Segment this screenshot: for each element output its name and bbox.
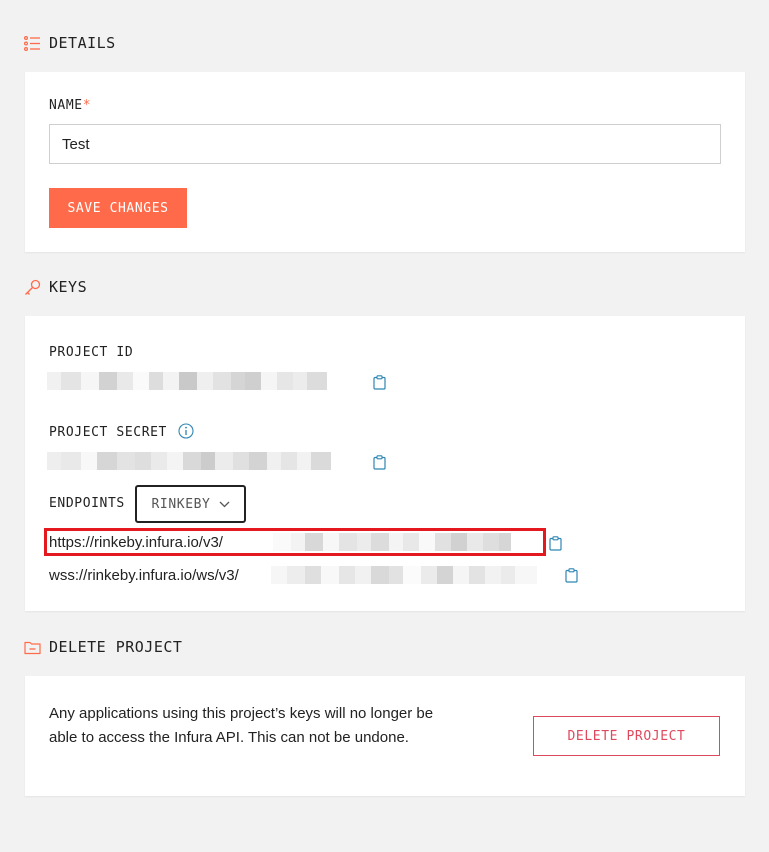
chevron-down-icon (219, 501, 229, 507)
key-icon (25, 279, 41, 295)
copy-wss-endpoint-icon[interactable] (565, 568, 578, 583)
project-id-value-masked (47, 372, 367, 390)
name-input[interactable] (49, 124, 721, 164)
folder-minus-icon (24, 641, 41, 654)
keys-title: KEYS (49, 278, 88, 296)
endpoints-label: ENDPOINTS (49, 496, 125, 511)
highlight-box (44, 528, 546, 556)
delete-project-card: Any applications using this project’s ke… (25, 676, 745, 796)
name-label-text: NAME (49, 98, 83, 113)
network-selected: RINKEBY (151, 496, 211, 512)
delete-warning-text: Any applications using this project’s ke… (49, 705, 434, 746)
info-icon[interactable] (178, 423, 194, 439)
name-label: NAME* (49, 98, 91, 113)
delete-project-button[interactable]: DELETE PROJECT (533, 716, 720, 756)
details-title: DETAILS (49, 34, 116, 52)
delete-project-title: DELETE PROJECT (49, 638, 183, 656)
details-header: DETAILS (24, 34, 116, 52)
details-card: NAME* SAVE CHANGES (25, 72, 745, 252)
project-id-label: PROJECT ID (49, 345, 134, 360)
delete-project-header: DELETE PROJECT (24, 638, 182, 656)
keys-card: PROJECT ID PROJECT SECRET ENDPOINTS RINK… (25, 316, 745, 611)
wss-endpoint-key-masked (271, 566, 557, 584)
copy-project-secret-icon[interactable] (373, 455, 386, 470)
list-icon (24, 35, 40, 51)
keys-header: KEYS (24, 278, 87, 296)
required-mark: * (82, 98, 92, 113)
network-dropdown[interactable]: RINKEBY (135, 485, 246, 523)
project-secret-value-masked (47, 452, 367, 470)
project-secret-label: PROJECT SECRET (49, 425, 167, 440)
save-changes-button[interactable]: SAVE CHANGES (49, 188, 187, 228)
copy-project-id-icon[interactable] (373, 375, 386, 390)
copy-https-endpoint-icon[interactable] (549, 536, 562, 551)
wss-endpoint: wss://rinkeby.infura.io/ws/v3/ (49, 567, 239, 584)
